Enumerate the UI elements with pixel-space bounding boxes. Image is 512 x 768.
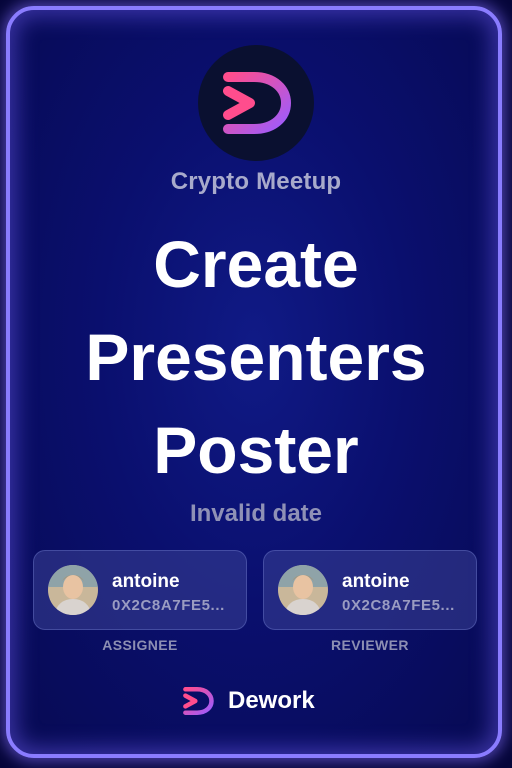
brand-footer: Dework [180, 683, 315, 719]
assignee-name: antoine [112, 571, 180, 592]
avatar [48, 565, 98, 615]
dework-logo-icon [223, 72, 291, 134]
assignee-label: ASSIGNEE [102, 637, 178, 653]
task-title: Create Presenters Poster [85, 227, 427, 487]
user-photo-icon [278, 565, 328, 615]
reviewer-address: 0X2C8A7FE5... [342, 597, 455, 614]
due-date: Invalid date [189, 500, 323, 527]
organization-logo [198, 45, 314, 161]
reviewer-name: antoine [342, 571, 410, 592]
brand-name: Dework [228, 687, 315, 714]
organization-name: Crypto Meetup [170, 168, 342, 195]
reviewer-label: REVIEWER [331, 637, 409, 653]
assignee-address: 0X2C8A7FE5... [112, 597, 225, 614]
avatar [278, 565, 328, 615]
user-photo-icon [48, 565, 98, 615]
dework-icon [183, 687, 214, 715]
assignee-card[interactable]: antoine 0X2C8A7FE5... [33, 550, 247, 630]
reviewer-card[interactable]: antoine 0X2C8A7FE5... [263, 550, 477, 630]
